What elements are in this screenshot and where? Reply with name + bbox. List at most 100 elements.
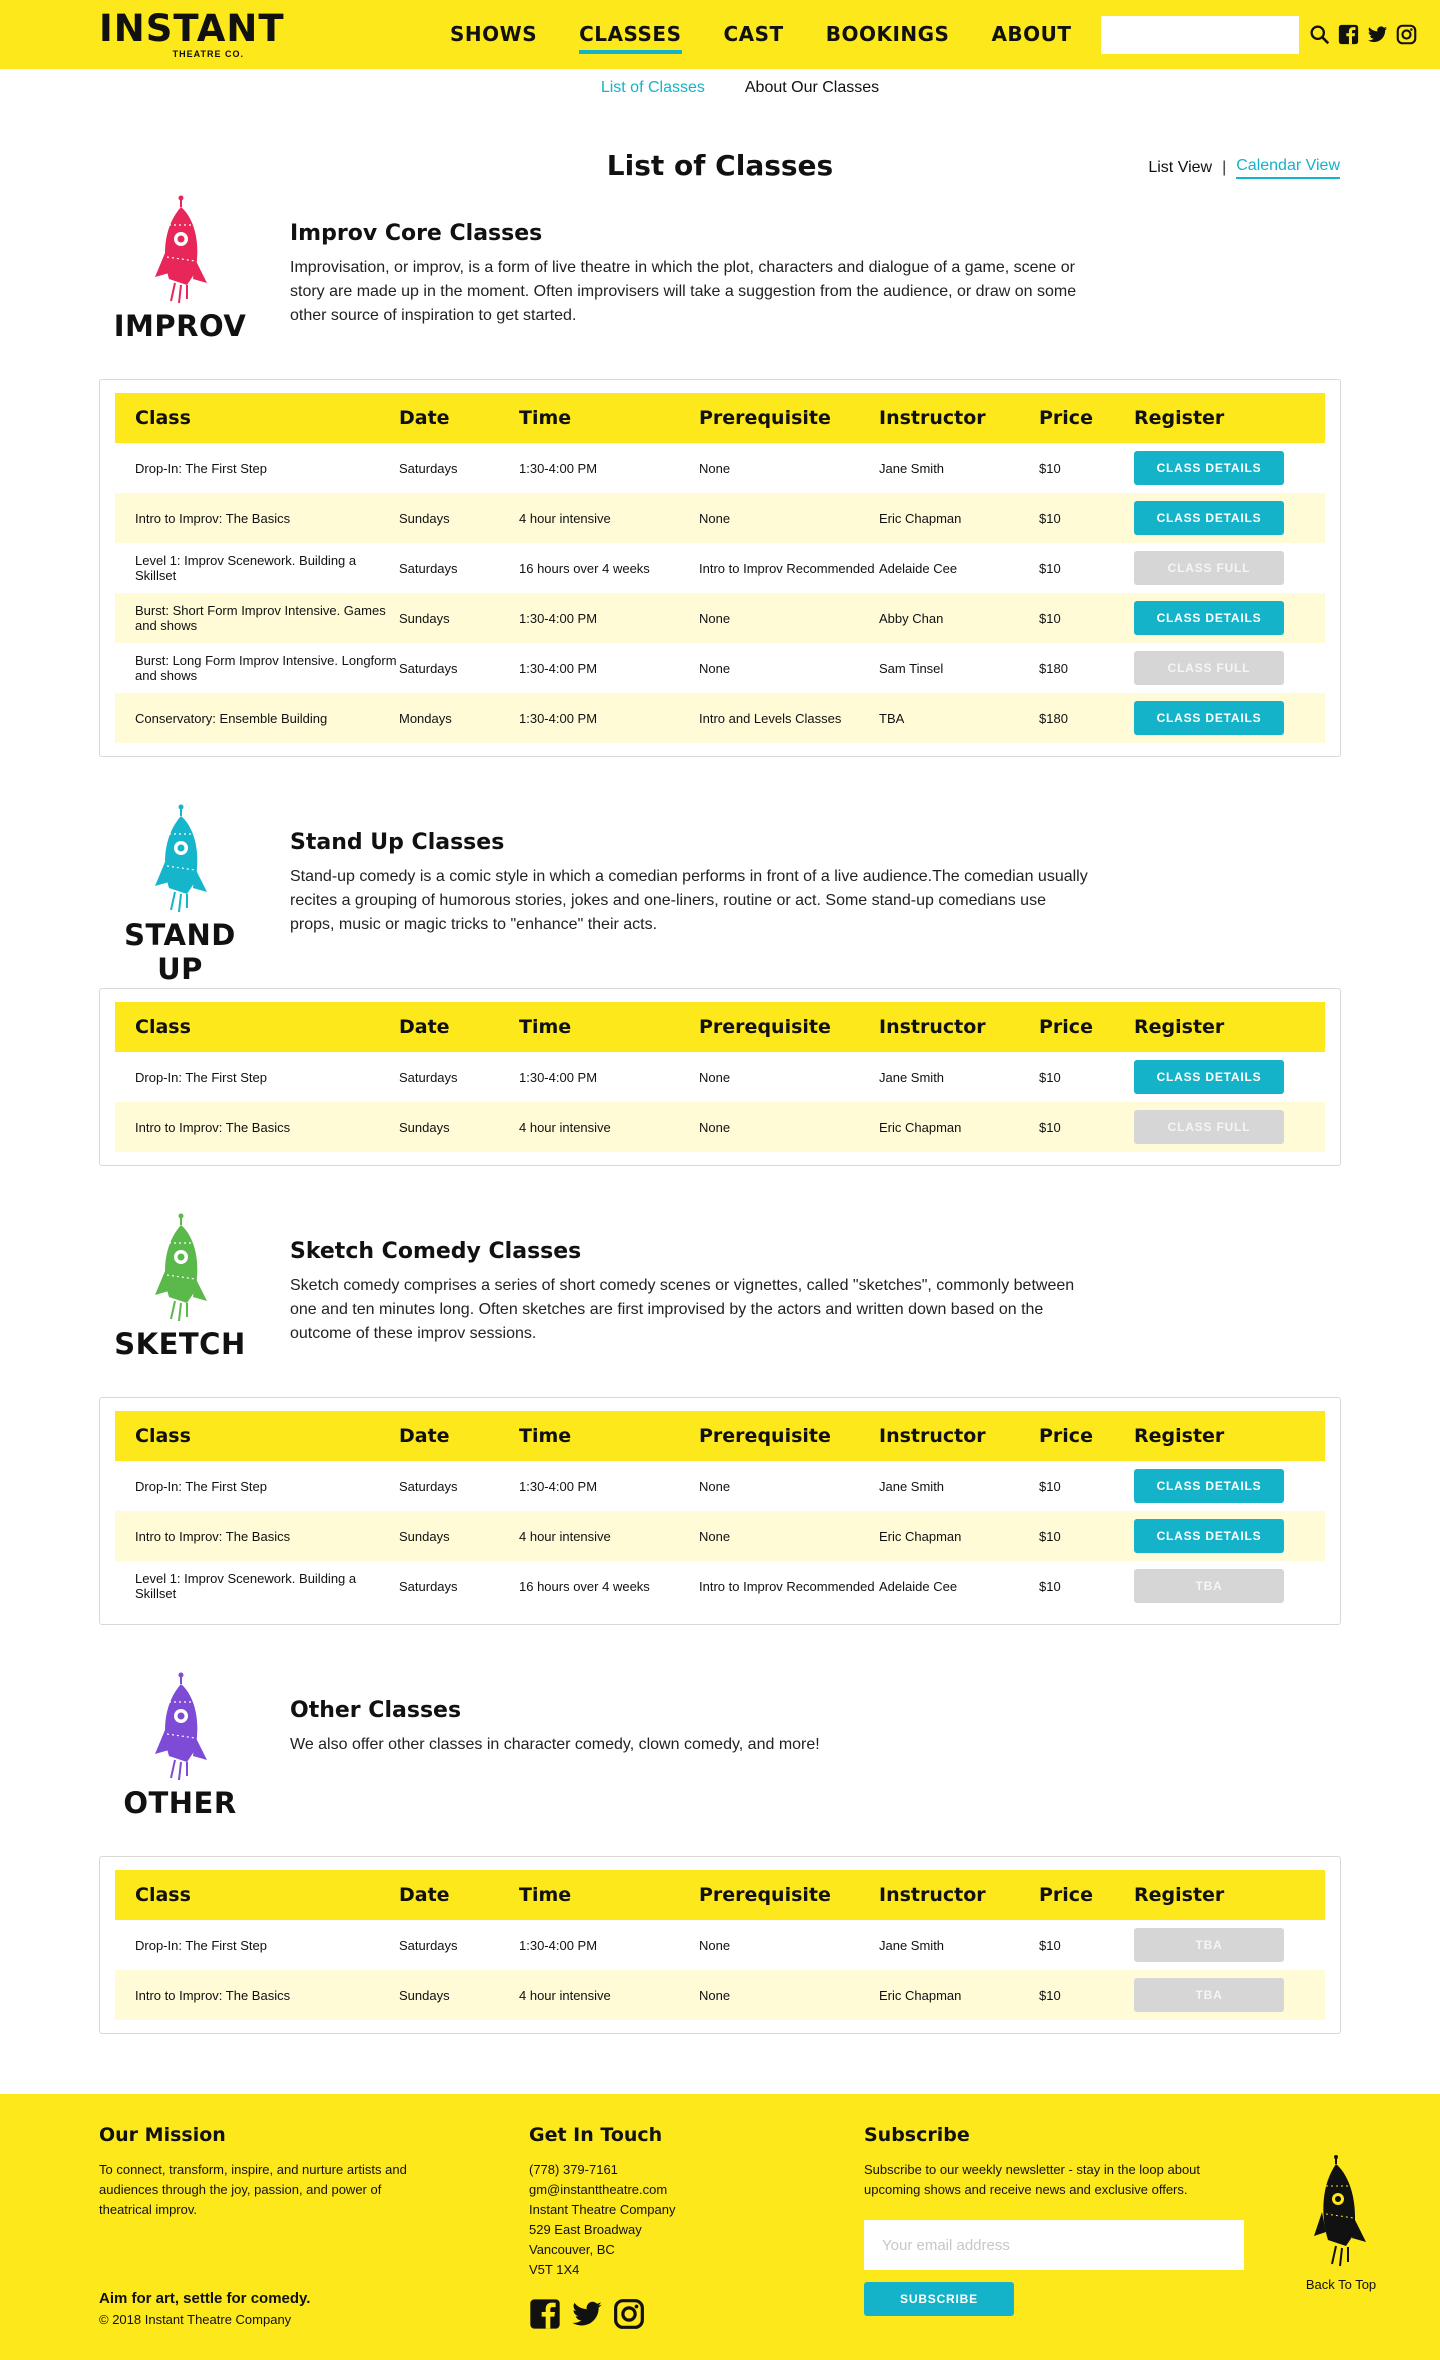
email-field[interactable] — [864, 2220, 1244, 2270]
cell-prereq: None — [699, 660, 731, 676]
cell-cls: Drop-In: The First Step — [135, 1937, 267, 1953]
table-row: Level 1: Improv Scenework. Building a Sk… — [115, 543, 1325, 593]
nav-classes[interactable]: CLASSES — [579, 0, 682, 69]
cell-time: 4 hour intensive — [519, 1528, 611, 1544]
cell-price: $10 — [1039, 1119, 1061, 1135]
cell-date: Sundays — [399, 1987, 450, 2003]
section-title: Sketch Comedy Classes — [290, 1239, 582, 1264]
cell-time: 4 hour intensive — [519, 510, 611, 526]
nav-bookings[interactable]: BOOKINGS — [826, 0, 950, 69]
cell-instructor: Eric Chapman — [879, 510, 962, 526]
cell-prereq: None — [699, 510, 731, 526]
twitter-icon[interactable] — [571, 2298, 603, 2330]
cell-cls: Intro to Improv: The Basics — [135, 1528, 291, 1544]
cell-time: 1:30-4:00 PM — [519, 660, 598, 676]
register-button[interactable]: CLASS DETAILS — [1134, 1469, 1284, 1503]
subscribe-text: Subscribe to our weekly newsletter - sta… — [864, 2162, 1201, 2197]
register-button[interactable]: CLASS DETAILS — [1134, 1519, 1284, 1553]
nav-about[interactable]: ABOUT — [991, 0, 1071, 69]
cell-time: 1:30-4:00 PM — [519, 460, 598, 476]
table-header: Class Date Time Prerequisite Instructor Price… — [115, 1002, 1325, 1052]
cell-instructor: Adelaide Cee — [879, 1578, 958, 1594]
nav-cast[interactable]: CAST — [724, 0, 784, 69]
logo-subtitle: THEATRE CO. — [172, 49, 244, 59]
header-icons — [1309, 24, 1417, 45]
list-view-link[interactable]: List View — [1148, 159, 1212, 177]
subscribe-button[interactable]: SUBSCRIBE — [864, 2282, 1014, 2316]
section-text: Improv Core Classes Improvisation, or imp… — [290, 221, 1090, 328]
register-button[interactable]: CLASS DETAILS — [1134, 601, 1284, 635]
table-row: Intro to Improv: The Basics Sundays 4 hour… — [115, 1970, 1325, 2020]
cell-prereq: None — [699, 1987, 731, 2003]
logo[interactable]: INSTANT THEATRE CO. — [99, 10, 284, 62]
contact-email[interactable]: gm@instanttheatre.com — [529, 2180, 779, 2200]
footer-subscribe: Subscribe Subscribe to our weekly newsle… — [864, 2124, 1244, 2316]
rocket-icon — [100, 195, 260, 305]
contact-city: Vancouver, BC — [529, 2242, 615, 2257]
cell-prereq: None — [699, 1478, 731, 1494]
column-header: Price — [1039, 1016, 1093, 1038]
nav-shows[interactable]: SHOWS — [450, 0, 537, 69]
cell-prereq: None — [699, 1937, 731, 1953]
section-rocket: SKETCH — [100, 1213, 260, 1361]
classes-table: Class Date Time Prerequisite Instructor Price… — [99, 988, 1341, 1166]
cell-cls: Drop-In: The First Step — [135, 1478, 267, 1494]
subnav-about-our-classes[interactable]: About Our Classes — [745, 79, 879, 97]
footer-tagline: Aim for art, settle for comedy. — [99, 2290, 311, 2307]
cell-date: Saturdays — [399, 1478, 458, 1494]
cell-date: Mondays — [399, 710, 452, 726]
cell-price: $10 — [1039, 1578, 1061, 1594]
section-text: Other Classes We also offer other classes… — [290, 1698, 1090, 1757]
contact-street: 529 East Broadway — [529, 2222, 642, 2237]
cell-price: $10 — [1039, 560, 1061, 576]
cell-instructor: Abby Chan — [879, 610, 944, 626]
section-label: IMPROV — [113, 309, 247, 343]
register-button[interactable]: CLASS DETAILS — [1134, 1060, 1284, 1094]
cell-date: Saturdays — [399, 560, 458, 576]
column-header: Price — [1039, 1425, 1093, 1447]
register-button[interactable]: CLASS DETAILS — [1134, 501, 1284, 535]
column-header: Time — [519, 1016, 572, 1038]
cell-date: Saturdays — [399, 660, 458, 676]
section-sketch: SKETCH Sketch Comedy Classes Sketch comedy… — [0, 1211, 1440, 1625]
section-rocket: OTHER — [100, 1672, 260, 1820]
cell-cls: Intro to Improv: The Basics — [135, 1987, 291, 2003]
section-header: IMPROV Improv Core Classes Improvisation, … — [0, 193, 1440, 379]
instagram-icon[interactable] — [1396, 24, 1417, 45]
table-row: Drop-In: The First Step Saturdays 1:30-4:0… — [115, 1461, 1325, 1511]
section-text: Sketch Comedy Classes Sketch comedy compr… — [290, 1239, 1090, 1346]
cell-instructor: Sam Tinsel — [879, 660, 944, 676]
cell-date: Saturdays — [399, 1937, 458, 1953]
section-title: Stand Up Classes — [290, 830, 505, 855]
cell-price: $10 — [1039, 610, 1061, 626]
register-button: TBA — [1134, 1978, 1284, 2012]
section-stand-up: STAND UP Stand Up Classes Stand-up comedy … — [0, 802, 1440, 1166]
search-input[interactable] — [1101, 16, 1299, 54]
instagram-icon[interactable] — [613, 2298, 645, 2330]
twitter-icon[interactable] — [1367, 24, 1388, 45]
register-button[interactable]: CLASS DETAILS — [1134, 451, 1284, 485]
back-to-top[interactable]: Back To Top — [1296, 2154, 1386, 2292]
rocket-icon — [100, 1213, 260, 1323]
search-icon[interactable] — [1309, 24, 1330, 45]
register-button[interactable]: CLASS DETAILS — [1134, 701, 1284, 735]
column-header: Register — [1134, 1425, 1225, 1447]
section-label: SKETCH — [114, 1327, 246, 1361]
footer-social — [529, 2298, 645, 2330]
sub-nav: List of Classes About Our Classes — [40, 79, 1440, 97]
classes-table: Class Date Time Prerequisite Instructor Price… — [99, 1397, 1341, 1625]
section-header: SKETCH Sketch Comedy Classes Sketch comedy… — [0, 1211, 1440, 1397]
facebook-icon[interactable] — [1338, 24, 1359, 45]
site-footer: Our Mission To connect, transform, inspi… — [0, 2094, 1440, 2360]
subnav-list-of-classes[interactable]: List of Classes — [601, 79, 705, 97]
column-header: Prerequisite — [699, 1015, 831, 1038]
facebook-icon[interactable] — [529, 2298, 561, 2330]
section-description: We also offer other classes in character… — [290, 1736, 820, 1753]
register-button: CLASS FULL — [1134, 651, 1284, 685]
cell-instructor: Eric Chapman — [879, 1528, 962, 1544]
column-header: Date — [399, 407, 450, 429]
calendar-view-link[interactable]: Calendar View — [1236, 157, 1340, 179]
cell-cls: Conservatory: Ensemble Building — [135, 710, 328, 726]
cell-prereq: Intro to Improv Recommended — [699, 560, 875, 576]
contact-phone[interactable]: (778) 379-7161 — [529, 2160, 779, 2180]
